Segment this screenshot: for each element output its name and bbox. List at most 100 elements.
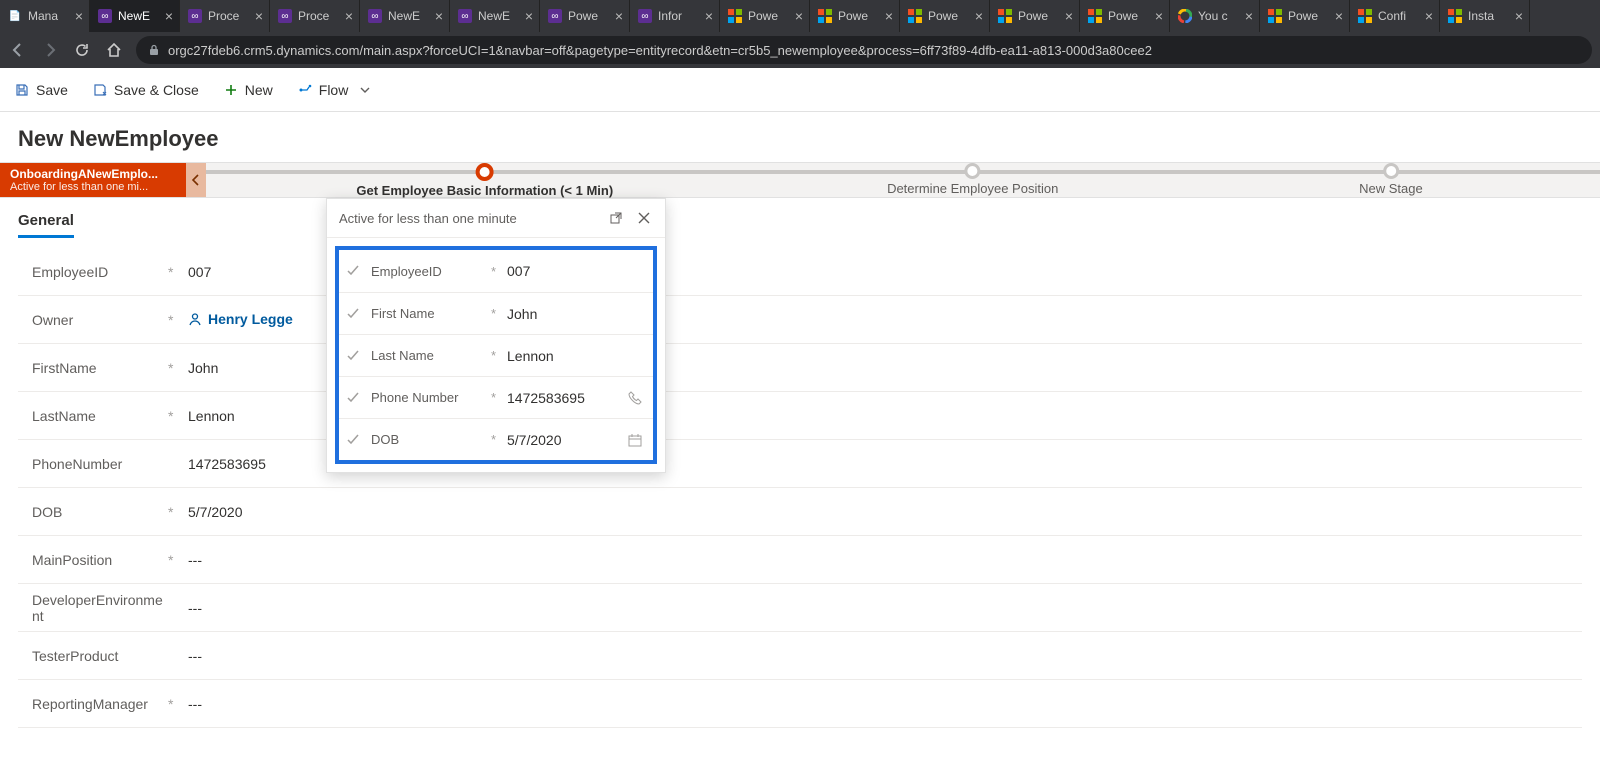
new-button[interactable]: New <box>223 82 273 98</box>
owner-lookup[interactable]: Henry Legge <box>188 311 293 327</box>
field-value[interactable]: --- <box>188 648 202 664</box>
bpf-bar: OnboardingANewEmplo... Active for less t… <box>0 162 1600 198</box>
tab-close-icon[interactable]: × <box>975 8 983 24</box>
flyout-field-value[interactable]: 5/7/2020 <box>501 432 625 448</box>
browser-tab[interactable]: Powe× <box>720 0 810 32</box>
form-body: EmployeeID*007Owner*Henry LeggeFirstName… <box>0 242 1600 758</box>
field-value[interactable]: --- <box>188 600 202 616</box>
field-label: DeveloperEnvironment <box>18 592 168 624</box>
flyout-close-icon[interactable] <box>635 209 653 227</box>
browser-tab[interactable]: ∞NewE× <box>90 0 180 32</box>
flyout-field-row[interactable]: DOB*5/7/2020 <box>339 418 653 460</box>
dynamics-icon: ∞ <box>188 9 202 23</box>
tab-close-icon[interactable]: × <box>75 8 83 24</box>
tab-close-icon[interactable]: × <box>1425 8 1433 24</box>
flyout-field-value[interactable]: 1472583695 <box>501 390 625 406</box>
browser-tab[interactable]: ∞NewE× <box>360 0 450 32</box>
browser-tab[interactable]: ∞Powe× <box>540 0 630 32</box>
check-icon <box>347 434 363 446</box>
browser-tab[interactable]: Powe× <box>900 0 990 32</box>
address-bar[interactable]: orgc27fdeb6.crm5.dynamics.com/main.aspx?… <box>136 36 1592 64</box>
bpf-stage[interactable]: Determine Employee Position <box>887 163 1058 196</box>
tab-close-icon[interactable]: × <box>1245 8 1253 24</box>
flyout-field-row[interactable]: Last Name*Lennon <box>339 334 653 376</box>
field-label: DOB <box>18 504 168 520</box>
browser-tab[interactable]: Confi× <box>1350 0 1440 32</box>
browser-tab[interactable]: Powe× <box>990 0 1080 32</box>
field-label: LastName <box>18 408 168 424</box>
field-value[interactable]: 1472583695 <box>188 456 266 472</box>
tab-close-icon[interactable]: × <box>255 8 263 24</box>
flyout-field-row[interactable]: First Name*John <box>339 292 653 334</box>
browser-tab[interactable]: ∞Proce× <box>180 0 270 32</box>
save-close-button[interactable]: Save & Close <box>92 82 199 98</box>
field-label: EmployeeID <box>18 264 168 280</box>
tab-close-icon[interactable]: × <box>705 8 713 24</box>
ms-icon <box>1088 9 1102 23</box>
nav-forward-icon[interactable] <box>40 40 60 60</box>
dynamics-icon: ∞ <box>98 9 112 23</box>
form-row: ReportingManager*--- <box>18 680 1582 728</box>
save-button[interactable]: Save <box>14 82 68 98</box>
bpf-stage[interactable]: New Stage <box>1359 163 1423 196</box>
dynamics-icon: ∞ <box>278 9 292 23</box>
lock-icon <box>148 44 160 56</box>
nav-back-icon[interactable] <box>8 40 28 60</box>
field-value[interactable]: John <box>188 360 218 376</box>
flyout-status: Active for less than one minute <box>339 211 517 226</box>
ms-icon <box>728 9 742 23</box>
field-value[interactable]: --- <box>188 552 202 568</box>
tab-close-icon[interactable]: × <box>615 8 623 24</box>
check-icon <box>347 392 363 404</box>
chevron-down-icon <box>360 85 370 95</box>
nav-reload-icon[interactable] <box>72 40 92 60</box>
dynamics-icon: ∞ <box>368 9 382 23</box>
browser-tab[interactable]: ∞Infor× <box>630 0 720 32</box>
flyout-field-row[interactable]: Phone Number*1472583695 <box>339 376 653 418</box>
nav-home-icon[interactable] <box>104 40 124 60</box>
calendar-icon[interactable] <box>625 433 645 447</box>
ms-icon <box>1358 9 1372 23</box>
flow-button[interactable]: Flow <box>297 82 371 98</box>
flyout-field-value[interactable]: John <box>501 306 645 322</box>
browser-tab[interactable]: ∞Proce× <box>270 0 360 32</box>
flyout-field-value[interactable]: Lennon <box>501 348 645 364</box>
tab-close-icon[interactable]: × <box>795 8 803 24</box>
field-value[interactable]: Lennon <box>188 408 235 424</box>
field-value[interactable]: --- <box>188 696 202 712</box>
flyout-popout-icon[interactable] <box>607 209 625 227</box>
browser-tab[interactable]: Powe× <box>1260 0 1350 32</box>
tab-close-icon[interactable]: × <box>1515 8 1523 24</box>
stage-dot-icon <box>476 163 494 181</box>
tab-general[interactable]: General <box>18 212 74 238</box>
phone-icon[interactable] <box>625 391 645 405</box>
ms-icon <box>1268 9 1282 23</box>
tab-close-icon[interactable]: × <box>885 8 893 24</box>
browser-tab[interactable]: ∞NewE× <box>450 0 540 32</box>
field-value[interactable]: 5/7/2020 <box>188 504 243 520</box>
tab-close-icon[interactable]: × <box>345 8 353 24</box>
tab-close-icon[interactable]: × <box>435 8 443 24</box>
tab-close-icon[interactable]: × <box>165 8 173 24</box>
browser-tab[interactable]: Powe× <box>1080 0 1170 32</box>
flyout-field-value[interactable]: 007 <box>501 263 645 279</box>
tab-close-icon[interactable]: × <box>1065 8 1073 24</box>
form-row: MainPosition*--- <box>18 536 1582 584</box>
ms-icon <box>1448 9 1462 23</box>
address-url: orgc27fdeb6.crm5.dynamics.com/main.aspx?… <box>168 43 1152 58</box>
browser-tab[interactable]: Powe× <box>810 0 900 32</box>
bpf-stage[interactable]: Get Employee Basic Information (< 1 Min) <box>356 163 613 198</box>
browser-tab[interactable]: 📄Mana× <box>0 0 90 32</box>
browser-tab[interactable]: You c× <box>1170 0 1260 32</box>
field-label: MainPosition <box>18 552 168 568</box>
field-value[interactable]: 007 <box>188 264 211 280</box>
bpf-name-chip[interactable]: OnboardingANewEmplo... Active for less t… <box>0 163 186 197</box>
browser-tab[interactable]: Insta× <box>1440 0 1530 32</box>
flyout-field-row[interactable]: EmployeeID*007 <box>339 250 653 292</box>
tab-close-icon[interactable]: × <box>1335 8 1343 24</box>
tab-close-icon[interactable]: × <box>1155 8 1163 24</box>
tab-close-icon[interactable]: × <box>525 8 533 24</box>
bpf-collapse-button[interactable] <box>186 163 206 197</box>
form-row: Owner*Henry Legge <box>18 296 1582 344</box>
form-row: LastName*Lennon <box>18 392 1582 440</box>
